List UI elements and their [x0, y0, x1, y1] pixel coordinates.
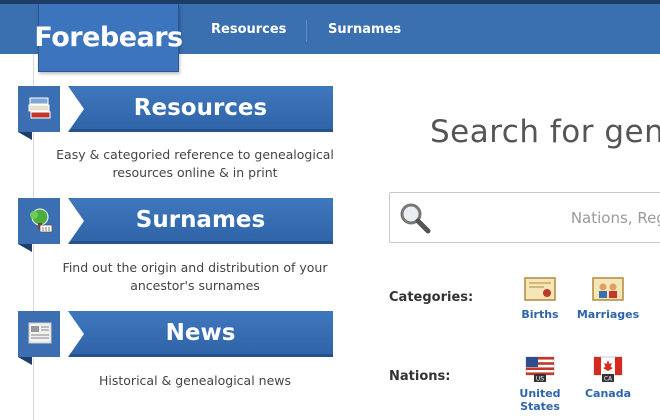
canada-flag-icon: CA	[593, 356, 623, 383]
certificate-icon	[524, 277, 556, 301]
category-births[interactable]: Births	[505, 276, 575, 321]
marriage-certificate-icon	[592, 277, 624, 301]
section-icon-box	[18, 311, 60, 365]
section-icon-box	[18, 86, 60, 140]
section-desc-news: Historical & genealogical news	[99, 373, 291, 388]
site-logo[interactable]: Forebears	[34, 4, 183, 72]
categories-label: Categories:	[389, 290, 474, 305]
section-header-resources[interactable]: Resources	[18, 86, 334, 140]
nation-united-states[interactable]: US United States	[505, 355, 575, 413]
section-title-news[interactable]: News	[68, 311, 333, 357]
nations-label: Nations:	[389, 369, 451, 384]
us-flag-icon: US	[525, 356, 555, 383]
section-title-surnames[interactable]: Surnames	[68, 198, 333, 244]
country-code-badge: US	[536, 376, 544, 383]
section-header-news[interactable]: News	[18, 311, 334, 365]
search-input[interactable]	[438, 193, 660, 242]
nav-resources-link[interactable]: Resources	[211, 4, 286, 54]
newspaper-icon	[28, 322, 52, 344]
books-icon	[28, 97, 51, 119]
country-code-badge: CA	[604, 376, 613, 383]
magnifier-icon	[400, 203, 431, 234]
nation-canada[interactable]: CA Canada	[573, 355, 643, 400]
nav-separator	[306, 20, 307, 42]
search-heading: Search for gene	[430, 114, 660, 150]
section-icon-box	[18, 198, 60, 252]
nav-surnames-link[interactable]: Surnames	[328, 4, 401, 54]
section-title-resources[interactable]: Resources	[68, 86, 333, 132]
family-tree-icon	[30, 208, 53, 233]
section-desc-resources: Easy & categoried reference to genealogi…	[56, 147, 334, 180]
search-box[interactable]	[389, 192, 660, 243]
category-marriages[interactable]: Marriages	[573, 276, 643, 321]
section-header-surnames[interactable]: Surnames	[18, 198, 334, 252]
section-desc-surnames: Find out the origin and distribution of …	[62, 260, 328, 293]
